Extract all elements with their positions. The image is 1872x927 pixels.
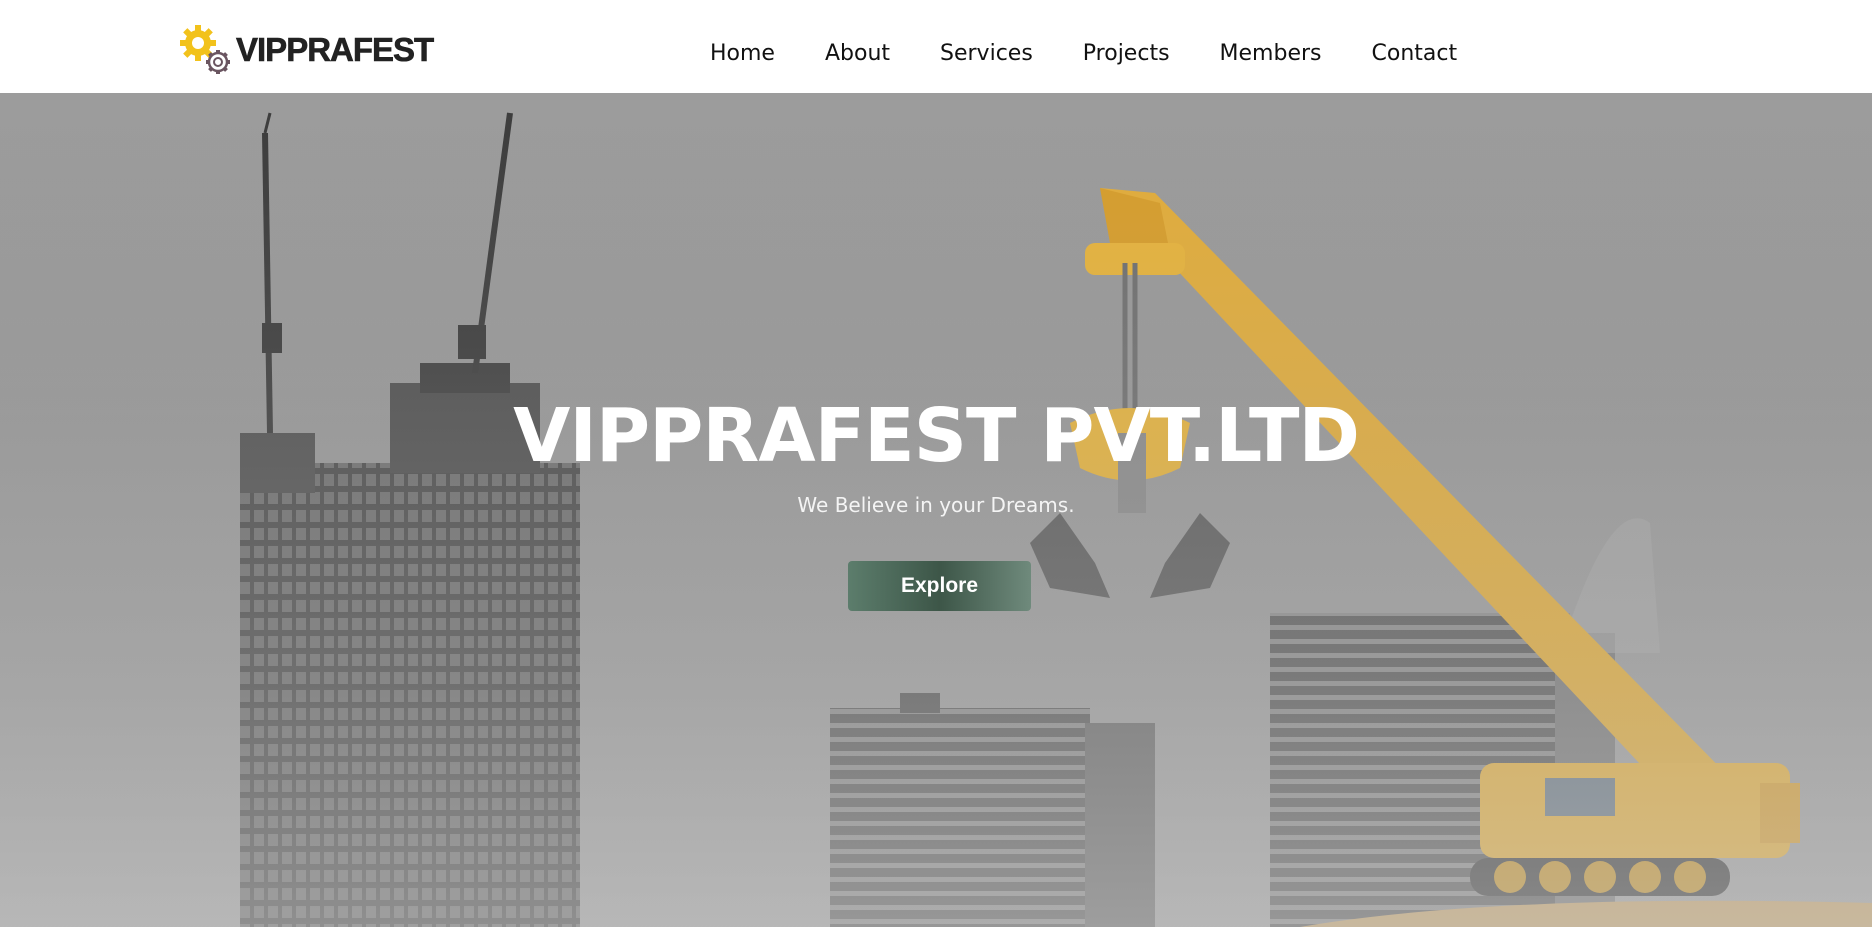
nav-contact[interactable]: Contact (1372, 41, 1458, 66)
brand-name: VIPPRAFEST (236, 31, 435, 69)
explore-button[interactable]: Explore (848, 561, 1031, 611)
hero-section: VIPPRAFEST PVT.LTD We Believe in your Dr… (0, 93, 1872, 927)
main-nav: Home About Services Projects Members Con… (710, 0, 1507, 106)
nav-services[interactable]: Services (940, 41, 1033, 66)
site-header: VIPPRAFEST Home About Services Projects … (0, 0, 1872, 93)
nav-home[interactable]: Home (710, 41, 775, 66)
nav-projects[interactable]: Projects (1083, 41, 1170, 66)
hero-title: VIPPRAFEST PVT.LTD (513, 393, 1360, 479)
brand-logo[interactable]: VIPPRAFEST (180, 24, 435, 76)
gear-icon (180, 24, 232, 76)
hero-subtitle: We Believe in your Dreams. (797, 493, 1075, 517)
nav-members[interactable]: Members (1220, 41, 1322, 66)
nav-about[interactable]: About (825, 41, 890, 66)
